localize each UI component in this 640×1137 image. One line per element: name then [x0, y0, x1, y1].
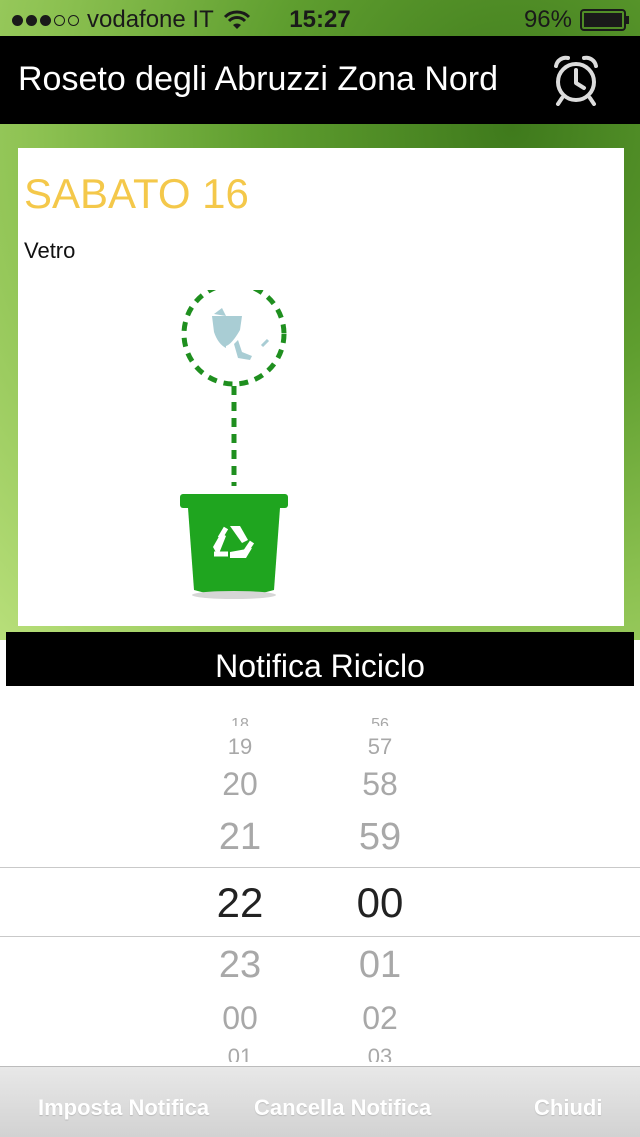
material-label: Vetro — [24, 238, 76, 263]
minute-option[interactable]: 01 — [320, 944, 440, 987]
hour-option[interactable]: 23 — [180, 944, 300, 987]
battery-icon — [580, 9, 629, 31]
collection-day-title: SABATO 16 — [24, 170, 249, 217]
bottom-toolbar: Imposta Notifica Cancella Notifica Chiud… — [0, 1066, 640, 1137]
hour-option[interactable]: 00 — [180, 1000, 300, 1037]
minute-option[interactable]: 58 — [320, 766, 440, 803]
glass-recycling-bin-icon — [180, 290, 288, 599]
hour-option[interactable]: 19 — [180, 734, 300, 760]
hour-option[interactable]: 18 — [180, 716, 300, 726]
minute-option[interactable]: 56 — [320, 716, 440, 726]
cancel-notification-button[interactable]: Cancella Notifica — [254, 1095, 431, 1121]
hour-option[interactable]: 20 — [180, 766, 300, 803]
page-title: Roseto degli Abruzzi Zona Nord — [18, 60, 499, 98]
minute-wheel[interactable]: 56 57 58 59 00 01 02 03 — [320, 686, 440, 1066]
status-right: 96% — [524, 6, 630, 34]
minute-option[interactable]: 02 — [320, 1000, 440, 1037]
minute-option[interactable]: 59 — [320, 816, 440, 859]
hour-wheel[interactable]: 18 19 20 21 22 23 00 01 — [180, 686, 300, 1066]
alarm-clock-icon[interactable] — [548, 54, 604, 106]
hour-option[interactable]: 01 — [180, 1044, 300, 1062]
battery-percent: 96% — [523, 6, 572, 33]
navigation-bar: Roseto degli Abruzzi Zona Nord — [0, 36, 640, 124]
hour-option-selected[interactable]: 22 — [180, 879, 300, 927]
section-title: Notifica Riciclo — [215, 648, 425, 684]
minute-option-selected[interactable]: 00 — [320, 879, 440, 927]
notification-section-header: Notifica Riciclo — [6, 632, 634, 686]
hour-option[interactable]: 21 — [180, 816, 300, 859]
time-picker[interactable]: 18 19 20 21 22 23 00 01 56 57 58 59 00 0… — [0, 686, 640, 1066]
status-bar: vodafone IT 15:27 96% — [0, 0, 640, 40]
minute-option[interactable]: 57 — [320, 734, 440, 760]
collection-card: SABATO 16 Vetro — [18, 148, 624, 626]
set-notification-button[interactable]: Imposta Notifica — [38, 1095, 209, 1121]
minute-option[interactable]: 03 — [320, 1044, 440, 1062]
close-button[interactable]: Chiudi — [534, 1095, 602, 1121]
